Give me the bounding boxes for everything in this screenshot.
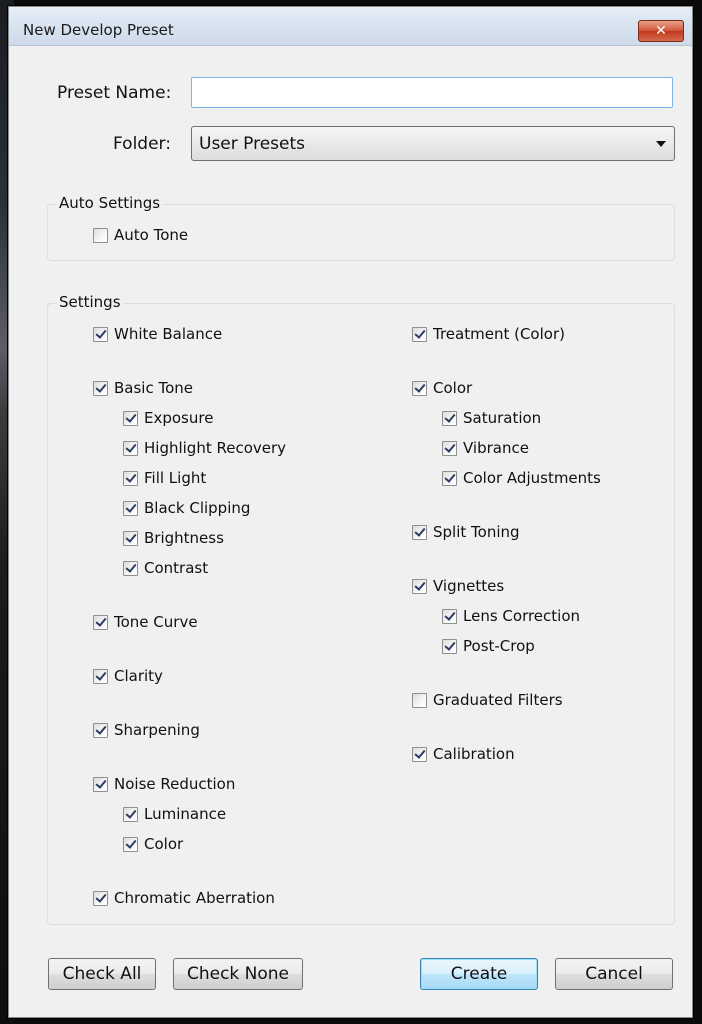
checkbox-saturation[interactable]: Saturation <box>442 408 541 428</box>
checkbox-chromatic-aberration[interactable]: Chromatic Aberration <box>93 888 275 908</box>
color-adjustments-checkbox[interactable] <box>442 470 457 486</box>
contrast-checkbox[interactable] <box>123 560 138 576</box>
clarity-checkbox[interactable] <box>93 668 108 684</box>
checkbox-label: Color Adjustments <box>463 469 601 487</box>
checkbox-label: Black Clipping <box>144 499 251 517</box>
checkbox-label: Fill Light <box>144 469 207 487</box>
checkbox-label: Vignettes <box>433 577 505 595</box>
checkbox-treatment-color[interactable]: Treatment (Color) <box>412 324 565 344</box>
checkbox-exposure[interactable]: Exposure <box>123 408 213 428</box>
checkbox-label: Graduated Filters <box>433 691 563 709</box>
checkbox-noise-color[interactable]: Color <box>123 834 183 854</box>
folder-select-value: User Presets <box>199 134 306 154</box>
highlight-recovery-checkbox[interactable] <box>123 440 138 456</box>
folder-label: Folder: <box>113 134 171 154</box>
basic-tone-checkbox[interactable] <box>93 380 108 396</box>
checkbox-label: Lens Correction <box>463 607 581 625</box>
checkbox-calibration[interactable]: Calibration <box>412 744 515 764</box>
vignettes-checkbox[interactable] <box>412 578 427 594</box>
checkbox-label: Brightness <box>144 529 224 547</box>
checkbox-black-clipping[interactable]: Black Clipping <box>123 498 250 518</box>
treatment-color-checkbox[interactable] <box>412 326 427 342</box>
checkbox-label: Contrast <box>144 559 209 577</box>
folder-select[interactable]: User Presets <box>191 126 675 161</box>
checkbox-label: Clarity <box>114 667 163 685</box>
checkbox-label: Highlight Recovery <box>144 439 287 457</box>
lens-correction-checkbox[interactable] <box>442 608 457 624</box>
checkbox-color[interactable]: Color <box>412 378 472 398</box>
luminance-checkbox[interactable] <box>123 806 138 822</box>
vibrance-checkbox[interactable] <box>442 440 457 456</box>
fill-light-checkbox[interactable] <box>123 470 138 486</box>
brightness-checkbox[interactable] <box>123 530 138 546</box>
checkbox-fill-light[interactable]: Fill Light <box>123 468 206 488</box>
checkbox-label: Chromatic Aberration <box>114 889 275 907</box>
checkbox-label: Calibration <box>433 745 515 763</box>
noise-reduction-checkbox[interactable] <box>93 776 108 792</box>
checkbox-noise-reduction[interactable]: Noise Reduction <box>93 774 235 794</box>
auto-tone-checkbox[interactable] <box>93 227 108 243</box>
title-bar: New Develop Preset ✕ <box>9 7 692 46</box>
checkbox-label: Tone Curve <box>114 613 198 631</box>
check-none-button[interactable]: Check None <box>173 958 303 990</box>
exposure-checkbox[interactable] <box>123 410 138 426</box>
checkbox-luminance[interactable]: Luminance <box>123 804 226 824</box>
checkbox-white-balance[interactable]: White Balance <box>93 324 222 344</box>
check-all-button[interactable]: Check All <box>48 958 156 990</box>
post-crop-checkbox[interactable] <box>442 638 457 654</box>
create-button[interactable]: Create <box>420 958 538 990</box>
preset-name-input[interactable] <box>191 77 673 108</box>
checkbox-clarity[interactable]: Clarity <box>93 666 163 686</box>
checkbox-graduated-filters[interactable]: Graduated Filters <box>412 690 563 710</box>
checkbox-label: Treatment (Color) <box>433 325 565 343</box>
black-clipping-checkbox[interactable] <box>123 500 138 516</box>
noise-color-checkbox[interactable] <box>123 836 138 852</box>
cancel-button[interactable]: Cancel <box>555 958 673 990</box>
checkbox-sharpening[interactable]: Sharpening <box>93 720 200 740</box>
saturation-checkbox[interactable] <box>442 410 457 426</box>
checkbox-label: Luminance <box>144 805 227 823</box>
graduated-filters-checkbox[interactable] <box>412 692 427 708</box>
checkbox-split-toning[interactable]: Split Toning <box>412 522 520 542</box>
checkbox-contrast[interactable]: Contrast <box>123 558 208 578</box>
checkbox-label: Color <box>433 379 473 397</box>
checkbox-vibrance[interactable]: Vibrance <box>442 438 529 458</box>
checkbox-label: Basic Tone <box>114 379 194 397</box>
checkbox-label: Color <box>144 835 184 853</box>
chevron-down-icon <box>656 141 666 147</box>
checkbox-label: Exposure <box>144 409 214 427</box>
close-button[interactable]: ✕ <box>638 20 684 42</box>
auto-settings-title: Auto Settings <box>57 194 163 212</box>
checkbox-label: Saturation <box>463 409 542 427</box>
checkbox-auto-tone[interactable]: Auto Tone <box>93 225 188 245</box>
checkbox-highlight-recovery[interactable]: Highlight Recovery <box>123 438 286 458</box>
close-icon: ✕ <box>655 23 667 39</box>
calibration-checkbox[interactable] <box>412 746 427 762</box>
new-develop-preset-dialog: New Develop Preset ✕ Preset Name: Folder… <box>8 6 693 1018</box>
preset-name-label: Preset Name: <box>57 83 172 103</box>
chromatic-aberration-checkbox[interactable] <box>93 890 108 906</box>
settings-title: Settings <box>57 293 123 311</box>
checkbox-tone-curve[interactable]: Tone Curve <box>93 612 198 632</box>
checkbox-label: Vibrance <box>463 439 529 457</box>
checkbox-basic-tone[interactable]: Basic Tone <box>93 378 193 398</box>
color-checkbox[interactable] <box>412 380 427 396</box>
checkbox-label: Noise Reduction <box>114 775 236 793</box>
checkbox-label: Split Toning <box>433 523 520 541</box>
checkbox-label: Auto Tone <box>114 226 189 244</box>
checkbox-lens-correction[interactable]: Lens Correction <box>442 606 580 626</box>
checkbox-label: White Balance <box>114 325 223 343</box>
window-title: New Develop Preset <box>23 21 174 39</box>
checkbox-vignettes[interactable]: Vignettes <box>412 576 504 596</box>
checkbox-color-adjustments[interactable]: Color Adjustments <box>442 468 601 488</box>
checkbox-label: Post-Crop <box>463 637 535 655</box>
checkbox-brightness[interactable]: Brightness <box>123 528 224 548</box>
split-toning-checkbox[interactable] <box>412 524 427 540</box>
sharpening-checkbox[interactable] <box>93 722 108 738</box>
tone-curve-checkbox[interactable] <box>93 614 108 630</box>
checkbox-post-crop[interactable]: Post-Crop <box>442 636 535 656</box>
checkbox-label: Sharpening <box>114 721 200 739</box>
white-balance-checkbox[interactable] <box>93 326 108 342</box>
